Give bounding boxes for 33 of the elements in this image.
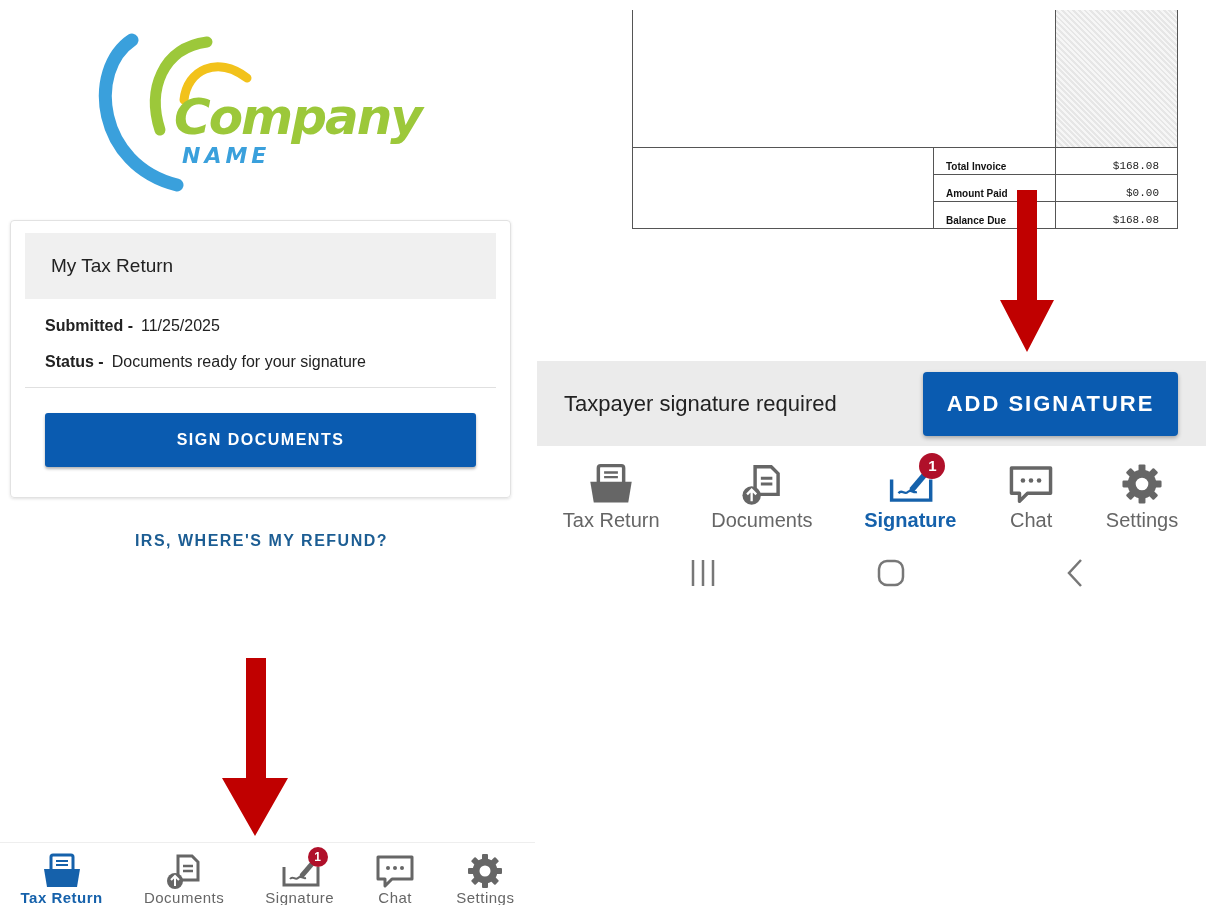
field-label: Status -	[45, 353, 104, 371]
invoice-label: Total Invoice	[946, 161, 1007, 172]
settings-icon	[1119, 462, 1165, 505]
recent-apps-icon	[690, 558, 717, 588]
nav-tab[interactable]: Documents	[131, 843, 237, 905]
chat-bubble-icon	[375, 853, 416, 889]
invoice-amount: $168.08	[1112, 214, 1159, 226]
invoice-label: Balance Due	[946, 215, 1007, 226]
invoice-amount: $168.08	[1112, 160, 1159, 172]
notification-badge: 1	[919, 452, 946, 479]
refund-link[interactable]: IRS, WHERE'S MY REFUND?	[134, 532, 389, 550]
nav-tab[interactable]: Tax Return	[8, 843, 115, 905]
add-signature-button[interactable]: ADD SIGNATURE	[923, 371, 1178, 436]
back-icon	[1065, 558, 1084, 588]
invoice-amount: $0.00	[1126, 187, 1159, 199]
banner-message: Taxpayer signature required	[564, 390, 837, 417]
nav-tab[interactable]: Chat	[996, 452, 1067, 532]
nav-tab[interactable]: Settings	[1093, 452, 1191, 532]
field-label: Submitted -	[45, 317, 133, 335]
notification-badge: 1	[307, 847, 328, 867]
nav-tab[interactable]: Documents	[699, 452, 825, 532]
home-icon	[877, 559, 905, 587]
nav-tab[interactable]: Tax Return	[550, 452, 672, 532]
card-title: My Tax Return	[25, 233, 496, 299]
field-value: Documents ready for your signature	[111, 353, 366, 371]
nav-tab[interactable]: Chat	[363, 843, 428, 905]
field-value: 11/25/2025	[141, 317, 220, 335]
sign-documents-button[interactable]: SIGN DOCUMENTS	[45, 413, 476, 467]
nav-tab[interactable]: 1 Signature	[852, 452, 969, 532]
folder-icon	[41, 853, 82, 889]
folder-icon	[588, 462, 635, 505]
invoice-label: Amount Paid	[946, 188, 1008, 199]
logo-subtitle: NAME	[182, 144, 271, 168]
